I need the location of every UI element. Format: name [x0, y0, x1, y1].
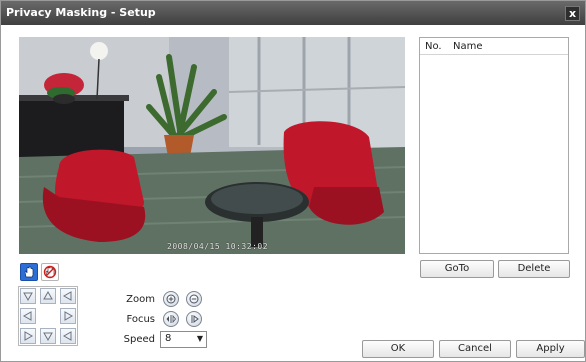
- pan-left-button[interactable]: [20, 308, 36, 324]
- arrow-down-right-icon: [62, 331, 72, 341]
- arrow-up-icon: [43, 290, 53, 300]
- focus-near-button[interactable]: [163, 311, 179, 327]
- focus-near-icon: [166, 314, 177, 324]
- arrow-left-icon: [22, 311, 32, 321]
- pan-down-right-button[interactable]: [60, 328, 76, 344]
- video-timestamp: 2008/04/15 10:32:02: [167, 242, 269, 251]
- arrow-down-icon: [43, 332, 53, 342]
- zoom-out-button[interactable]: [186, 291, 202, 307]
- mask-list[interactable]: No. Name: [419, 37, 569, 254]
- draw-mask-icon: [43, 265, 57, 279]
- arrow-right-icon: [64, 311, 74, 321]
- ok-button[interactable]: OK: [362, 340, 434, 358]
- speed-label: Speed: [123, 334, 155, 345]
- pan-up-button[interactable]: [40, 288, 56, 304]
- apply-button[interactable]: Apply: [516, 340, 585, 358]
- chevron-down-icon: ▼: [196, 334, 203, 343]
- ptz-pad: [18, 286, 78, 346]
- camera-image: [19, 37, 405, 254]
- camera-preview[interactable]: 2008/04/15 10:32:02: [19, 37, 405, 254]
- arrow-down-left-icon: [24, 331, 34, 341]
- title-bar: Privacy Masking - Setup x: [1, 1, 585, 25]
- cancel-button[interactable]: Cancel: [439, 340, 511, 358]
- mask-list-header: No. Name: [420, 38, 568, 55]
- focus-far-icon: [191, 315, 199, 323]
- speed-value: 8: [165, 333, 172, 344]
- close-button[interactable]: x: [565, 6, 580, 21]
- delete-button[interactable]: Delete: [498, 260, 570, 278]
- focus-label: Focus: [126, 314, 155, 325]
- draw-mask-tool-button[interactable]: [41, 263, 59, 281]
- column-header-name: Name: [453, 41, 483, 52]
- pan-down-left-button[interactable]: [20, 328, 36, 344]
- dialog-window: Privacy Masking - Setup x 2008/04/15 10:…: [0, 0, 586, 362]
- arrow-up-right-icon: [62, 291, 72, 301]
- hand-tool-button[interactable]: [20, 263, 38, 281]
- focus-far-button[interactable]: [186, 311, 202, 327]
- goto-button[interactable]: GoTo: [420, 260, 494, 278]
- dialog-title: Privacy Masking - Setup: [6, 6, 156, 19]
- pan-right-button[interactable]: [60, 308, 76, 324]
- zoom-in-button[interactable]: [163, 291, 179, 307]
- hand-icon: [24, 266, 34, 278]
- speed-select[interactable]: 8 ▼: [160, 331, 207, 348]
- zoom-out-icon: [189, 294, 199, 304]
- column-header-no: No.: [425, 41, 442, 52]
- zoom-label: Zoom: [126, 294, 155, 305]
- pan-up-left-button[interactable]: [20, 288, 36, 304]
- zoom-in-icon: [166, 294, 176, 304]
- pan-up-right-button[interactable]: [60, 288, 76, 304]
- arrow-up-left-icon: [23, 292, 33, 302]
- pan-down-button[interactable]: [40, 328, 56, 344]
